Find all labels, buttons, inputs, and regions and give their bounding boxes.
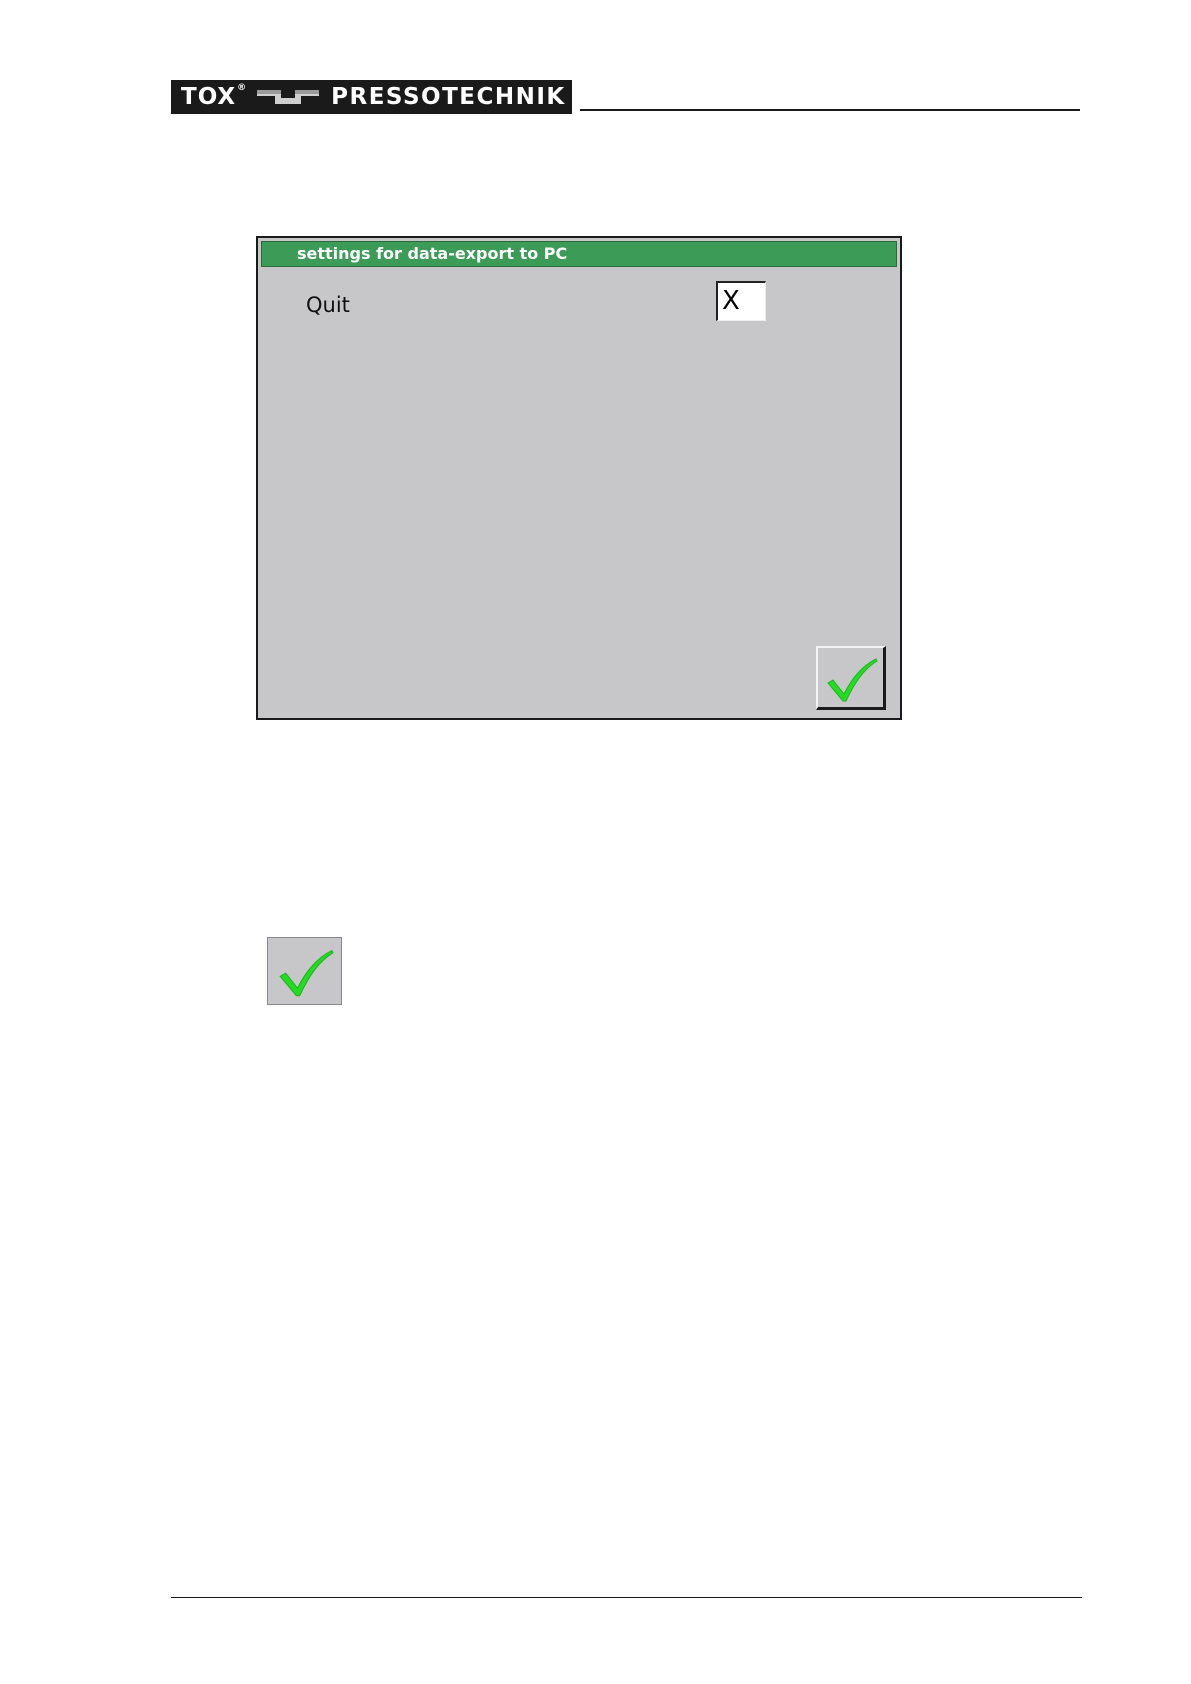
quit-label: Quit (306, 293, 350, 317)
header-rule (580, 109, 1080, 111)
checkmark-icon (826, 657, 878, 701)
logo-company-name: PRESSOTECHNIK (331, 84, 566, 110)
confirm-button-illustration (267, 937, 342, 1005)
logo-brand: TOX (181, 84, 237, 110)
quit-field[interactable]: X (716, 281, 766, 321)
company-logo: TOX ® PRESSOTECHNIK (171, 80, 572, 114)
footer-rule (171, 1597, 1082, 1598)
confirm-button[interactable] (816, 646, 886, 710)
export-settings-dialog: settings for data-export to PC Quit X (256, 236, 902, 720)
logo-registered-mark: ® (237, 83, 248, 93)
dialog-title: settings for data-export to PC (261, 241, 897, 267)
checkmark-icon (278, 949, 334, 997)
logo-press-tool-icon (257, 90, 320, 104)
